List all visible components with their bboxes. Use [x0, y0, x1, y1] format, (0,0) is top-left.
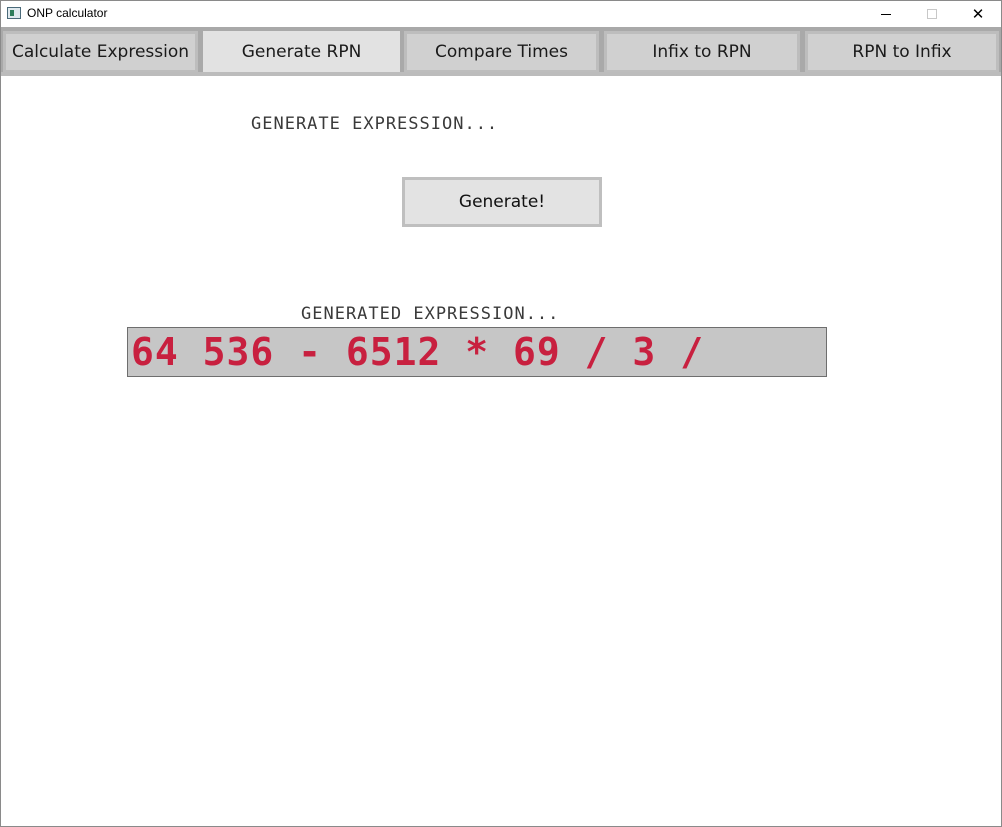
app-window: ONP calculator ✕ Calculate Expression Ge… [0, 0, 1002, 827]
generated-expression-label: GENERATED EXPRESSION... [301, 304, 560, 324]
minimize-button[interactable] [863, 1, 909, 27]
app-window-icon [7, 7, 21, 19]
title-bar[interactable]: ONP calculator ✕ [1, 1, 1001, 27]
generate-expression-label: GENERATE EXPRESSION... [251, 114, 499, 134]
maximize-icon [927, 9, 937, 19]
maximize-button[interactable] [909, 1, 955, 27]
tab-calculate-expression[interactable]: Calculate Expression [3, 31, 198, 73]
minimize-icon [881, 13, 891, 15]
generate-button[interactable]: Generate! [402, 177, 602, 227]
tab-rpn-to-infix[interactable]: RPN to Infix [805, 31, 999, 73]
generated-expression-text: 64 536 - 6512 * 69 / 3 / [131, 330, 705, 374]
close-button[interactable]: ✕ [955, 1, 1001, 27]
tab-bar: Calculate Expression Generate RPN Compar… [1, 27, 1001, 76]
generated-expression-display: 64 536 - 6512 * 69 / 3 / [127, 327, 827, 377]
tab-generate-rpn[interactable]: Generate RPN [203, 31, 400, 73]
tab-divider [1, 72, 1001, 76]
close-icon: ✕ [971, 4, 985, 23]
window-title: ONP calculator [27, 6, 108, 20]
tab-compare-times[interactable]: Compare Times [404, 31, 599, 73]
tab-infix-to-rpn[interactable]: Infix to RPN [604, 31, 800, 73]
